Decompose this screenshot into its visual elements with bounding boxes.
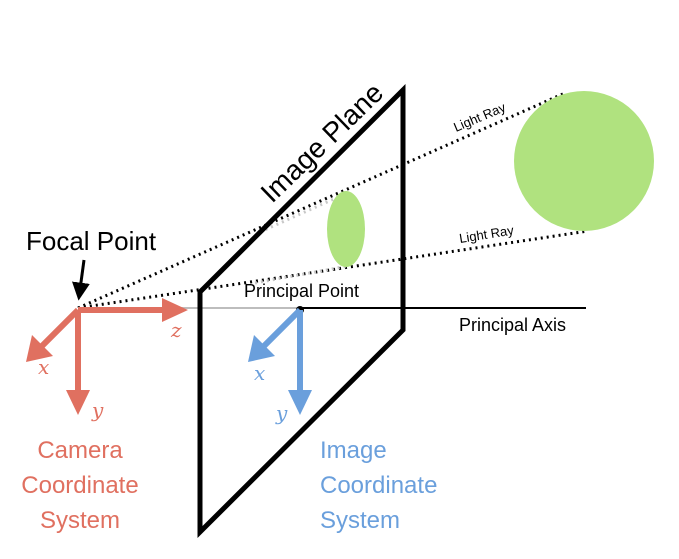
object-sphere [514,91,654,231]
camera-z-label: z [170,318,182,342]
image-system-title-1: Image [320,437,387,464]
camera-system-title-1: Camera [37,437,123,464]
image-x-label: x [254,361,265,385]
image-system-title-2: Coordinate [320,472,437,499]
focal-point-label: Focal Point [26,226,157,256]
camera-system-title-2: Coordinate [21,472,138,499]
camera-y-arrowhead [66,390,90,415]
image-y-arrowhead [288,390,312,415]
camera-x-label: x [38,355,49,379]
camera-model-diagram: Focal Point Image Plane Principal Point … [21,77,654,539]
image-system-title-3: System [320,507,400,534]
principal-point-label: Principal Point [244,281,359,301]
principal-axis-label: Principal Axis [459,315,566,335]
image-plane-label: Image Plane [255,77,390,209]
focal-point-arrow [72,259,90,301]
camera-system-title-3: System [40,507,120,534]
image-y-label: y [275,401,288,425]
camera-y-label: y [91,398,104,422]
camera-axes [26,298,188,415]
projected-object [327,191,365,267]
